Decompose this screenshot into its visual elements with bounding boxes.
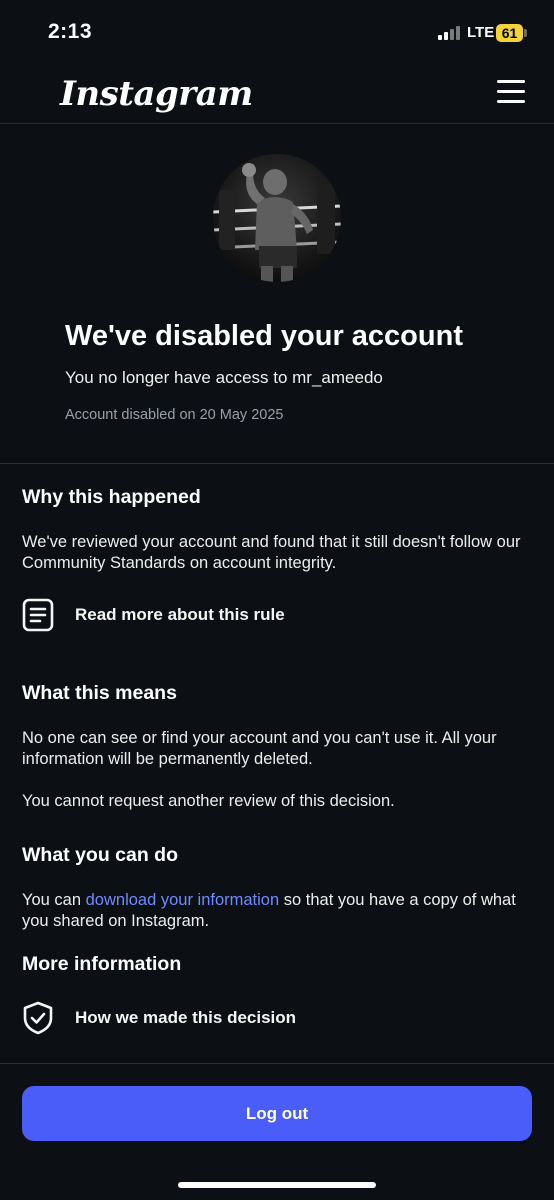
- shield-check-icon: [23, 1001, 53, 1035]
- page-title: We've disabled your account: [65, 320, 463, 352]
- hamburger-menu-icon[interactable]: [497, 80, 525, 104]
- footer-divider: [0, 1063, 554, 1064]
- avatar: [213, 154, 341, 282]
- means-review-note: You cannot request another review of thi…: [22, 792, 395, 810]
- section-divider: [0, 463, 554, 464]
- avatar-photo: [213, 154, 341, 282]
- why-heading: Why this happened: [22, 486, 201, 508]
- battery-icon: 61: [496, 24, 523, 42]
- means-heading: What this means: [22, 682, 177, 704]
- document-icon: [22, 598, 54, 632]
- disabled-date: Account disabled on 20 May 2025: [65, 407, 284, 423]
- read-more-rule-label: Read more about this rule: [75, 605, 285, 624]
- network-type: LTE: [467, 24, 495, 41]
- more-info-heading: More information: [22, 953, 182, 975]
- home-indicator[interactable]: [178, 1182, 376, 1188]
- access-message: You no longer have access to mr_ameedo: [65, 368, 383, 387]
- status-time: 2:13: [48, 20, 93, 43]
- read-more-rule-link[interactable]: Read more about this rule: [22, 597, 534, 633]
- download-information-link[interactable]: download your information: [86, 891, 280, 909]
- logout-button[interactable]: Log out: [22, 1086, 532, 1141]
- can-do-prefix: You can: [22, 891, 86, 909]
- can-do-body: You can download your information so tha…: [22, 890, 534, 932]
- status-bar: 2:13 LTE 61: [0, 0, 554, 68]
- how-decision-made-label: How we made this decision: [75, 1008, 297, 1027]
- why-body: We've reviewed your account and found th…: [22, 533, 521, 572]
- signal-icon: [438, 26, 462, 40]
- can-do-heading: What you can do: [22, 844, 178, 866]
- how-decision-made-link[interactable]: How we made this decision: [22, 1000, 534, 1036]
- means-body: No one can see or find your account and …: [22, 729, 497, 768]
- app-header: Instagram: [0, 68, 554, 124]
- disabled-account-screen: 2:13 LTE 61 Instagram We've disabled you…: [0, 0, 554, 1200]
- battery-tip: [524, 29, 527, 37]
- instagram-logo[interactable]: Instagram: [60, 74, 253, 114]
